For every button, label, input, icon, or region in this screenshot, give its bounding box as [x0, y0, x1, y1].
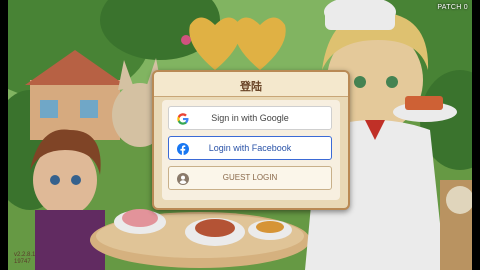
- facebook-login-button[interactable]: Login with Facebook: [168, 136, 332, 160]
- patch-value: 0: [463, 4, 468, 11]
- patch-indicator: PATCH 0: [437, 4, 468, 11]
- version-number: v2.2.8.1: [14, 252, 36, 258]
- google-signin-button[interactable]: Sign in with Google: [168, 106, 332, 130]
- dialog-body: Sign in with Google Login with Facebook …: [162, 100, 340, 200]
- version-info: v2.2.8.1 19747: [14, 252, 35, 266]
- dialog-header: 登陆: [154, 72, 348, 97]
- patch-label: PATCH: [437, 4, 464, 11]
- guest-login-label: GUEST LOGIN: [222, 173, 278, 182]
- login-dialog: 登陆 Sign in with Google Login with Facebo…: [152, 70, 350, 210]
- dialog-title: 登陆: [240, 81, 262, 93]
- facebook-login-label: Login with Facebook: [208, 143, 292, 153]
- build-number: 19747: [14, 259, 31, 265]
- guest-login-button[interactable]: GUEST LOGIN: [168, 166, 332, 190]
- google-signin-label: Sign in with Google: [211, 113, 289, 123]
- game-screen: PATCH 0 v2.2.8.1 19747 登陆 Sign in with G…: [0, 0, 480, 270]
